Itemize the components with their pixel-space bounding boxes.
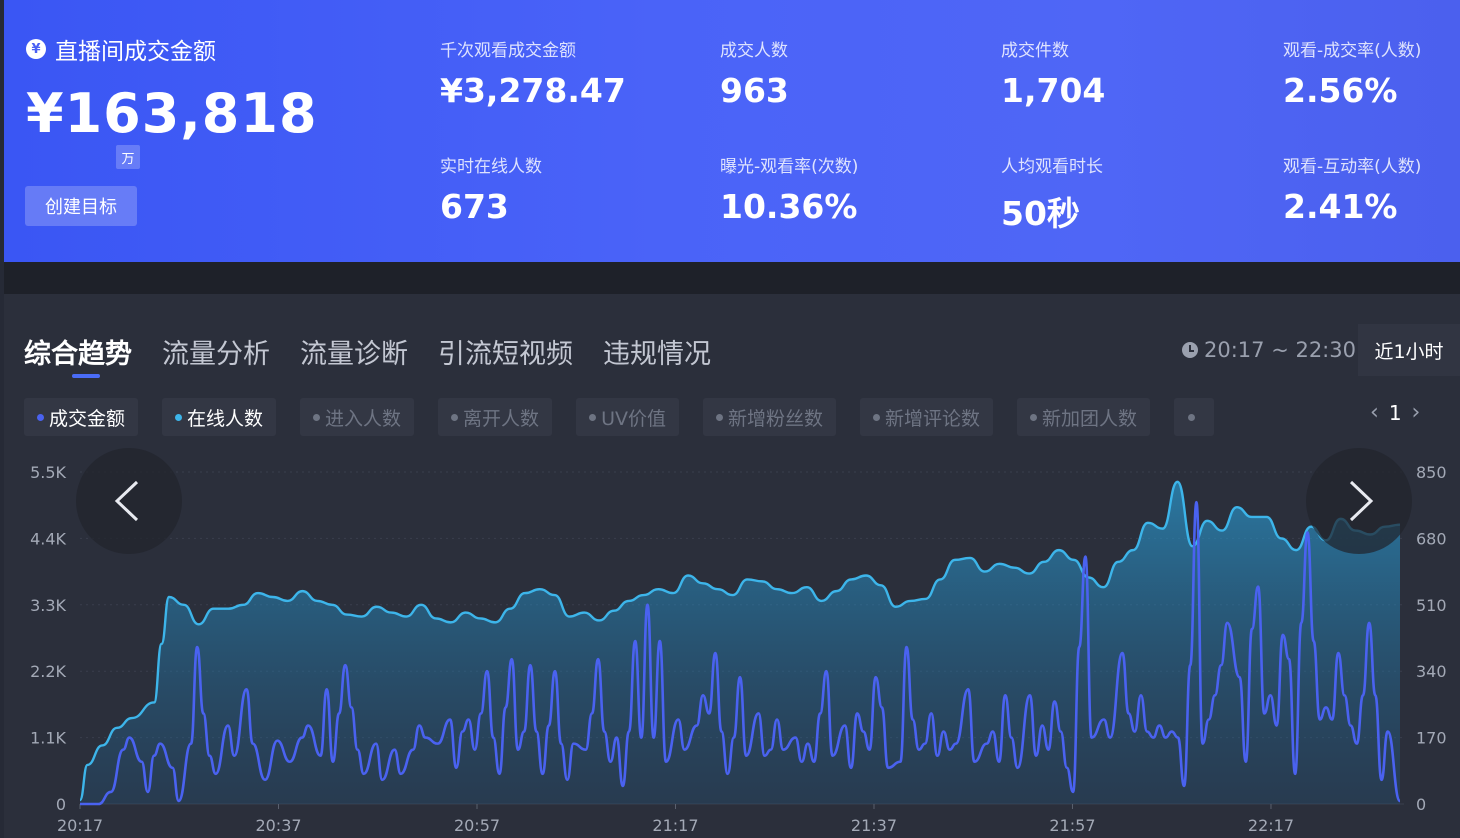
chip-entering[interactable]: 进入人数 [300, 398, 415, 436]
metric-label: 成交人数 [720, 41, 788, 61]
chip-label: 在线人数 [187, 407, 264, 430]
y-left-tick-label: 1.1K [30, 729, 66, 748]
metric-label: 千次观看成交金额 [440, 41, 576, 61]
chip-label: 离开人数 [463, 407, 540, 430]
chip-label: UV价值 [601, 407, 666, 430]
main-metric-header: ¥ 直播间成交金额 [26, 32, 216, 66]
chip-label: 新增粉丝数 [727, 407, 823, 430]
chip-label: 成交金额 [49, 407, 126, 430]
tab-traffic-diagnosis[interactable]: 流量诊断 [300, 332, 408, 371]
chip-dot [872, 413, 880, 421]
create-goal-button[interactable]: 创建目标 [25, 186, 137, 226]
x-tick-label: 21:17 [652, 816, 698, 835]
tab-short-videos[interactable]: 引流短视频 [438, 332, 573, 371]
chip-new-members[interactable]: 新加团人数 [1017, 398, 1151, 436]
x-tick-label: 20:17 [57, 816, 103, 835]
chip-dot [175, 413, 183, 421]
x-tick-label: 22:17 [1248, 816, 1294, 835]
y-left-tick-label: 5.5K [30, 463, 66, 482]
chip-dot [451, 413, 459, 421]
metric-value: 963 [720, 71, 789, 110]
chevron-left-icon [114, 480, 139, 522]
metric-label: 观看-成交率(人数) [1283, 41, 1422, 61]
metric-value: 50秒 [1001, 194, 1080, 233]
chip-leaving[interactable]: 离开人数 [438, 398, 553, 436]
y-left-tick-label: 0 [56, 795, 66, 814]
metric-value: 10.36% [720, 187, 858, 226]
chip-uv-value[interactable]: UV价值 [576, 398, 679, 436]
chip-new-followers[interactable]: 新增粉丝数 [702, 398, 836, 436]
range-select-button[interactable]: 近1小时 [1358, 324, 1460, 376]
chip-pager: ‹ 1 › [1360, 400, 1430, 425]
analysis-tabs: 综合趋势 流量分析 流量诊断 引流短视频 违规情况 [24, 332, 741, 378]
y-left-tick-label: 4.4K [30, 529, 66, 548]
metric-value: 2.41% [1283, 187, 1398, 226]
y-right-tick-label: 340 [1416, 662, 1447, 681]
metric-label: 曝光-观看率(次数) [720, 157, 859, 177]
x-tick-label: 20:37 [255, 816, 301, 835]
chip-dot [715, 413, 723, 421]
yuan-icon: ¥ [26, 39, 46, 59]
time-range-text: 20:17 ~ 22:30 [1204, 338, 1356, 362]
metric-label: 成交件数 [1001, 41, 1069, 61]
metric-online-users: 实时在线人数 673 [440, 152, 542, 226]
summary-panel: ¥ 直播间成交金额 ¥163,818 万 创建目标 千次观看成交金额 ¥3,27… [4, 0, 1460, 262]
chevron-left-icon[interactable]: ‹ [1370, 400, 1379, 425]
x-tick-label: 21:57 [1049, 816, 1095, 835]
metric-buyers: 成交人数 963 [720, 36, 789, 110]
chip-more[interactable] [1174, 398, 1215, 436]
y-right-tick-label: 0 [1416, 795, 1426, 814]
metric-value: 1,704 [1001, 71, 1106, 110]
metric-avg-watch-time: 人均观看时长 50秒 [1001, 152, 1103, 235]
chip-dot [1188, 413, 1196, 421]
tab-overall-trend[interactable]: 综合趋势 [24, 332, 132, 378]
y-right-tick-label: 170 [1416, 729, 1447, 748]
metric-exposure-watch-rate: 曝光-观看率(次数) 10.36% [720, 152, 858, 226]
chart-prev-button[interactable] [76, 448, 182, 554]
metric-watch-conversion: 观看-成交率(人数) 2.56% [1283, 36, 1421, 110]
chip-dot [37, 413, 44, 421]
chevron-right-icon[interactable]: › [1412, 400, 1421, 425]
y-right-tick-label: 850 [1416, 463, 1447, 482]
chevron-right-icon [1349, 480, 1374, 522]
trend-chart: 5.5K 850 4.4K 680 3.3K 510 2.2K 340 1.1K 170 0 0 20:… [30, 463, 1447, 835]
metric-interaction-rate: 观看-互动率(人数) 2.41% [1283, 152, 1421, 226]
chip-dot [1030, 413, 1037, 421]
metric-chips: 成交金额 在线人数 进入人数 离开人数 UV价值 新增粉丝数 新增评论数 新加团… [24, 398, 1238, 436]
chip-new-comments[interactable]: 新增评论数 [859, 398, 993, 436]
clock-icon [1182, 342, 1198, 358]
chip-label: 新加团人数 [1042, 407, 1138, 430]
unit-badge: 万 [116, 145, 140, 169]
chip-online-users[interactable]: 在线人数 [162, 398, 277, 436]
main-metric-value: ¥163,818 [26, 82, 318, 145]
chip-dot [313, 413, 321, 421]
metric-value: 673 [440, 187, 509, 226]
chip-gmv[interactable]: 成交金额 [24, 398, 139, 436]
chip-label: 新增评论数 [884, 407, 980, 430]
metric-label: 实时在线人数 [440, 157, 542, 177]
tab-traffic-analysis[interactable]: 流量分析 [162, 332, 270, 371]
x-tick-label: 21:37 [851, 816, 897, 835]
trend-dashboard: 综合趋势 流量分析 流量诊断 引流短视频 违规情况 20:17 ~ 22:30 … [4, 294, 1460, 838]
metric-label: 人均观看时长 [1001, 157, 1103, 177]
chart-next-button[interactable] [1306, 448, 1412, 554]
chip-label: 进入人数 [325, 407, 402, 430]
y-left-tick-label: 3.3K [30, 596, 66, 615]
main-metric-label: 直播间成交金额 [55, 39, 216, 65]
x-tick-label: 20:57 [454, 816, 500, 835]
page-number: 1 [1388, 400, 1402, 425]
metric-label: 观看-互动率(人数) [1283, 157, 1422, 177]
tab-violations[interactable]: 违规情况 [603, 332, 711, 371]
metric-items-sold: 成交件数 1,704 [1001, 36, 1105, 110]
metric-value: 2.56% [1283, 71, 1398, 110]
metric-value: ¥3,278.47 [440, 71, 626, 110]
y-right-tick-label: 510 [1416, 596, 1447, 615]
section-divider [4, 262, 1460, 294]
chip-dot [589, 413, 597, 421]
y-left-tick-label: 2.2K [30, 662, 66, 681]
y-right-tick-label: 680 [1416, 529, 1447, 548]
metric-gpm: 千次观看成交金额 ¥3,278.47 [440, 36, 626, 110]
time-range: 20:17 ~ 22:30 [1182, 338, 1356, 362]
